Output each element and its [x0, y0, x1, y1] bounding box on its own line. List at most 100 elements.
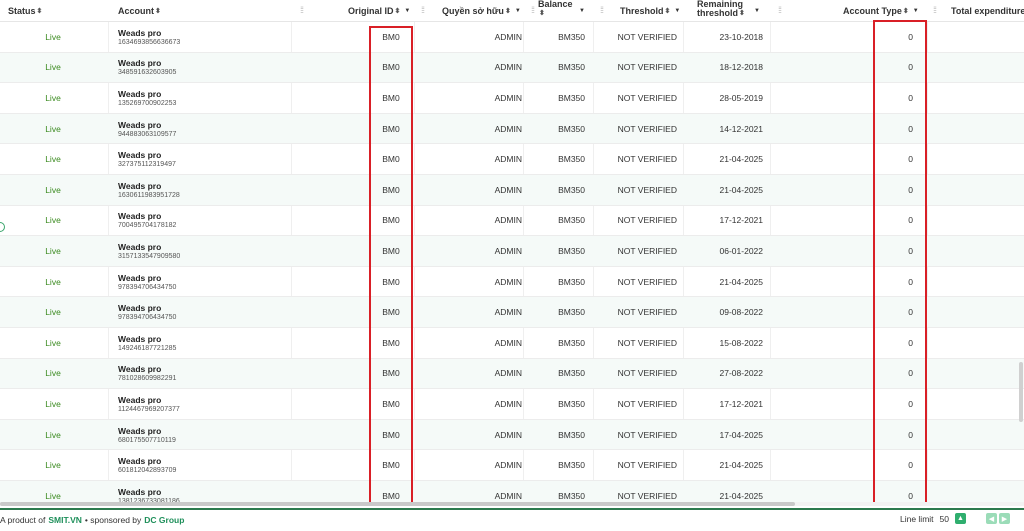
sort-icon[interactable]: ⬍ — [665, 7, 671, 15]
account-name[interactable]: Weads pro — [118, 273, 161, 283]
account-name[interactable]: Weads pro — [118, 120, 161, 130]
account-name[interactable]: Weads pro — [118, 150, 161, 160]
account-name[interactable]: Weads pro — [118, 364, 161, 374]
sort-icon[interactable]: ⬍ — [739, 9, 745, 18]
account-name[interactable]: Weads pro — [118, 211, 161, 221]
line-limit-value[interactable]: 50 — [940, 514, 949, 524]
pager: ◀ ▶ — [986, 513, 1010, 524]
table-row[interactable]: Live Weads pro 3157133547909580 BM0 ADMIN BM3… — [0, 236, 1024, 267]
chevron-right-icon[interactable]: ▶ — [999, 513, 1010, 524]
account-name[interactable]: Weads pro — [118, 89, 161, 99]
account-name[interactable]: Weads pro — [118, 28, 161, 38]
vertical-scrollbar[interactable] — [1019, 22, 1024, 502]
drag-handle-icon[interactable]: ⁞⁞ — [531, 5, 535, 15]
column-header-account[interactable]: Account ⬍ — [118, 0, 161, 22]
sort-icon[interactable]: ⬍ — [37, 7, 43, 15]
column-header-label: Threshold — [620, 6, 664, 16]
column-header-total-expenditure[interactable]: Total expenditure — [951, 0, 1024, 22]
column-header-balance[interactable]: Balance ⬍ — [538, 0, 573, 22]
account-id: 348591632603905 — [118, 69, 177, 77]
sort-icon[interactable]: ⬍ — [539, 9, 545, 18]
account-id: 601812042893709 — [118, 467, 177, 475]
table-row[interactable]: Live Weads pro 135269700902253 BM0 ADMIN BM35… — [0, 83, 1024, 114]
drag-handle-icon[interactable]: ⁞⁞ — [933, 5, 937, 15]
cell-account: Weads pro 944883063109577 — [118, 114, 288, 144]
cell-balance: BM350 — [558, 398, 585, 409]
cell-original-id: BM0 — [382, 62, 400, 73]
scrollbar-thumb[interactable] — [0, 502, 795, 506]
table-row[interactable]: Live Weads pro 601812042893709 BM0 ADMIN BM35… — [0, 450, 1024, 481]
sort-icon[interactable]: ⬍ — [903, 7, 909, 15]
cell-owner: ADMIN — [494, 368, 522, 379]
cell-remaining-threshold: 06-01-2022 — [719, 245, 763, 256]
scrollbar-thumb[interactable] — [1019, 362, 1023, 422]
footer-credits: A product of SMIT.VN • sponsored by DC G… — [0, 515, 184, 525]
account-name[interactable]: Weads pro — [118, 303, 161, 313]
column-header-owner[interactable]: Quyền sở hữu ⬍ ▼ — [442, 0, 521, 22]
column-header-threshold[interactable]: Threshold ⬍ ▼ — [620, 0, 680, 22]
caret-down-icon[interactable]: ▼ — [404, 8, 410, 14]
horizontal-scrollbar[interactable] — [0, 502, 1024, 506]
drag-handle-icon[interactable]: ⁞⁞ — [421, 5, 425, 15]
table-row[interactable]: Live Weads pro 978394706434750 BM0 ADMIN BM35… — [0, 267, 1024, 298]
table-row[interactable]: Live Weads pro 149246187721285 BM0 ADMIN BM35… — [0, 328, 1024, 359]
table-row[interactable]: Live Weads pro 1630611983951728 BM0 ADMIN BM3… — [0, 175, 1024, 206]
account-name[interactable]: Weads pro — [118, 426, 161, 436]
sort-icon[interactable]: ⬍ — [155, 7, 161, 15]
account-id: 978394706434750 — [118, 283, 177, 291]
cell-status: Live — [45, 460, 61, 471]
caret-down-icon[interactable]: ▼ — [754, 8, 760, 14]
cell-original-id: BM0 — [382, 92, 400, 103]
table-row[interactable]: Live Weads pro 680175507710119 BM0 ADMIN BM35… — [0, 419, 1024, 451]
cell-owner: ADMIN — [494, 31, 522, 42]
cell-remaining-threshold: 28-05-2019 — [719, 92, 763, 103]
table-row[interactable]: Live Weads pro 1634693856636673 BM0 ADMIN BM3… — [0, 22, 1024, 53]
cell-owner: ADMIN — [494, 215, 522, 226]
account-name[interactable]: Weads pro — [118, 58, 161, 68]
table-row[interactable]: Live Weads pro 1124467969207377 BM0 ADMIN BM3… — [0, 389, 1024, 420]
cell-account: Weads pro 1634693856636673 — [118, 22, 288, 52]
account-name[interactable]: Weads pro — [118, 487, 161, 497]
drag-handle-icon[interactable]: ⁞⁞ — [600, 5, 604, 15]
column-header-account-type[interactable]: Account Type ⬍ ▼ — [843, 0, 919, 22]
cell-original-id: BM0 — [382, 123, 400, 134]
cell-account: Weads pro 601812042893709 — [118, 450, 288, 480]
cell-account: Weads pro 978394706434750 — [118, 297, 288, 327]
table-row[interactable]: Live Weads pro 978394706434750 BM0 ADMIN BM35… — [0, 297, 1024, 328]
account-name[interactable]: Weads pro — [118, 456, 161, 466]
cell-threshold: NOT VERIFIED — [617, 62, 677, 73]
table-row[interactable]: Live Weads pro 327375112319497 BM0 ADMIN BM35… — [0, 144, 1024, 175]
chevron-left-icon[interactable]: ◀ — [986, 513, 997, 524]
caret-down-icon[interactable]: ▼ — [913, 8, 919, 14]
table-row[interactable]: Live Weads pro 944883063109577 BM0 ADMIN BM35… — [0, 113, 1024, 145]
table-row[interactable]: Live Weads pro 781028609982291 BM0 ADMIN BM35… — [0, 358, 1024, 390]
account-name[interactable]: Weads pro — [118, 334, 161, 344]
table-row[interactable]: Live Weads pro 348591632603905 BM0 ADMIN BM35… — [0, 52, 1024, 84]
cell-status: Live — [45, 368, 61, 379]
sort-icon[interactable]: ⬍ — [505, 7, 511, 15]
cell-status: Live — [45, 276, 61, 287]
sort-icon[interactable]: ⬍ — [395, 7, 401, 15]
column-header-balance-dropdown[interactable]: ▼ — [575, 0, 585, 22]
column-header-remaining-threshold[interactable]: Remaining threshold ⬍ — [697, 0, 745, 22]
caret-down-icon[interactable]: ▼ — [674, 8, 680, 14]
cell-account-type: 0 — [908, 154, 913, 165]
table-row[interactable]: Live Weads pro 700495704178182 BM0 ADMIN BM35… — [0, 206, 1024, 237]
chevron-up-icon[interactable]: ▲ — [955, 513, 966, 524]
cell-threshold: NOT VERIFIED — [617, 337, 677, 348]
column-header-original-id[interactable]: Original ID ⬍ ▼ — [348, 0, 410, 22]
account-name[interactable]: Weads pro — [118, 395, 161, 405]
account-id: 1124467969207377 — [118, 405, 180, 413]
drag-handle-icon[interactable]: ⁞⁞ — [300, 5, 304, 15]
column-header-label: Balance — [538, 0, 573, 9]
column-header-remaining-dropdown[interactable]: ▼ — [750, 0, 760, 22]
column-header-status[interactable]: Status ⬍ — [8, 0, 42, 22]
caret-down-icon[interactable]: ▼ — [515, 8, 521, 14]
caret-down-icon[interactable]: ▼ — [579, 8, 585, 14]
sponsor-link[interactable]: DC Group — [144, 515, 184, 525]
drag-handle-icon[interactable]: ⁞⁞ — [778, 5, 782, 15]
account-name[interactable]: Weads pro — [118, 181, 161, 191]
cell-account-type: 0 — [908, 184, 913, 195]
brand-link[interactable]: SMIT.VN — [48, 515, 82, 525]
account-name[interactable]: Weads pro — [118, 242, 161, 252]
